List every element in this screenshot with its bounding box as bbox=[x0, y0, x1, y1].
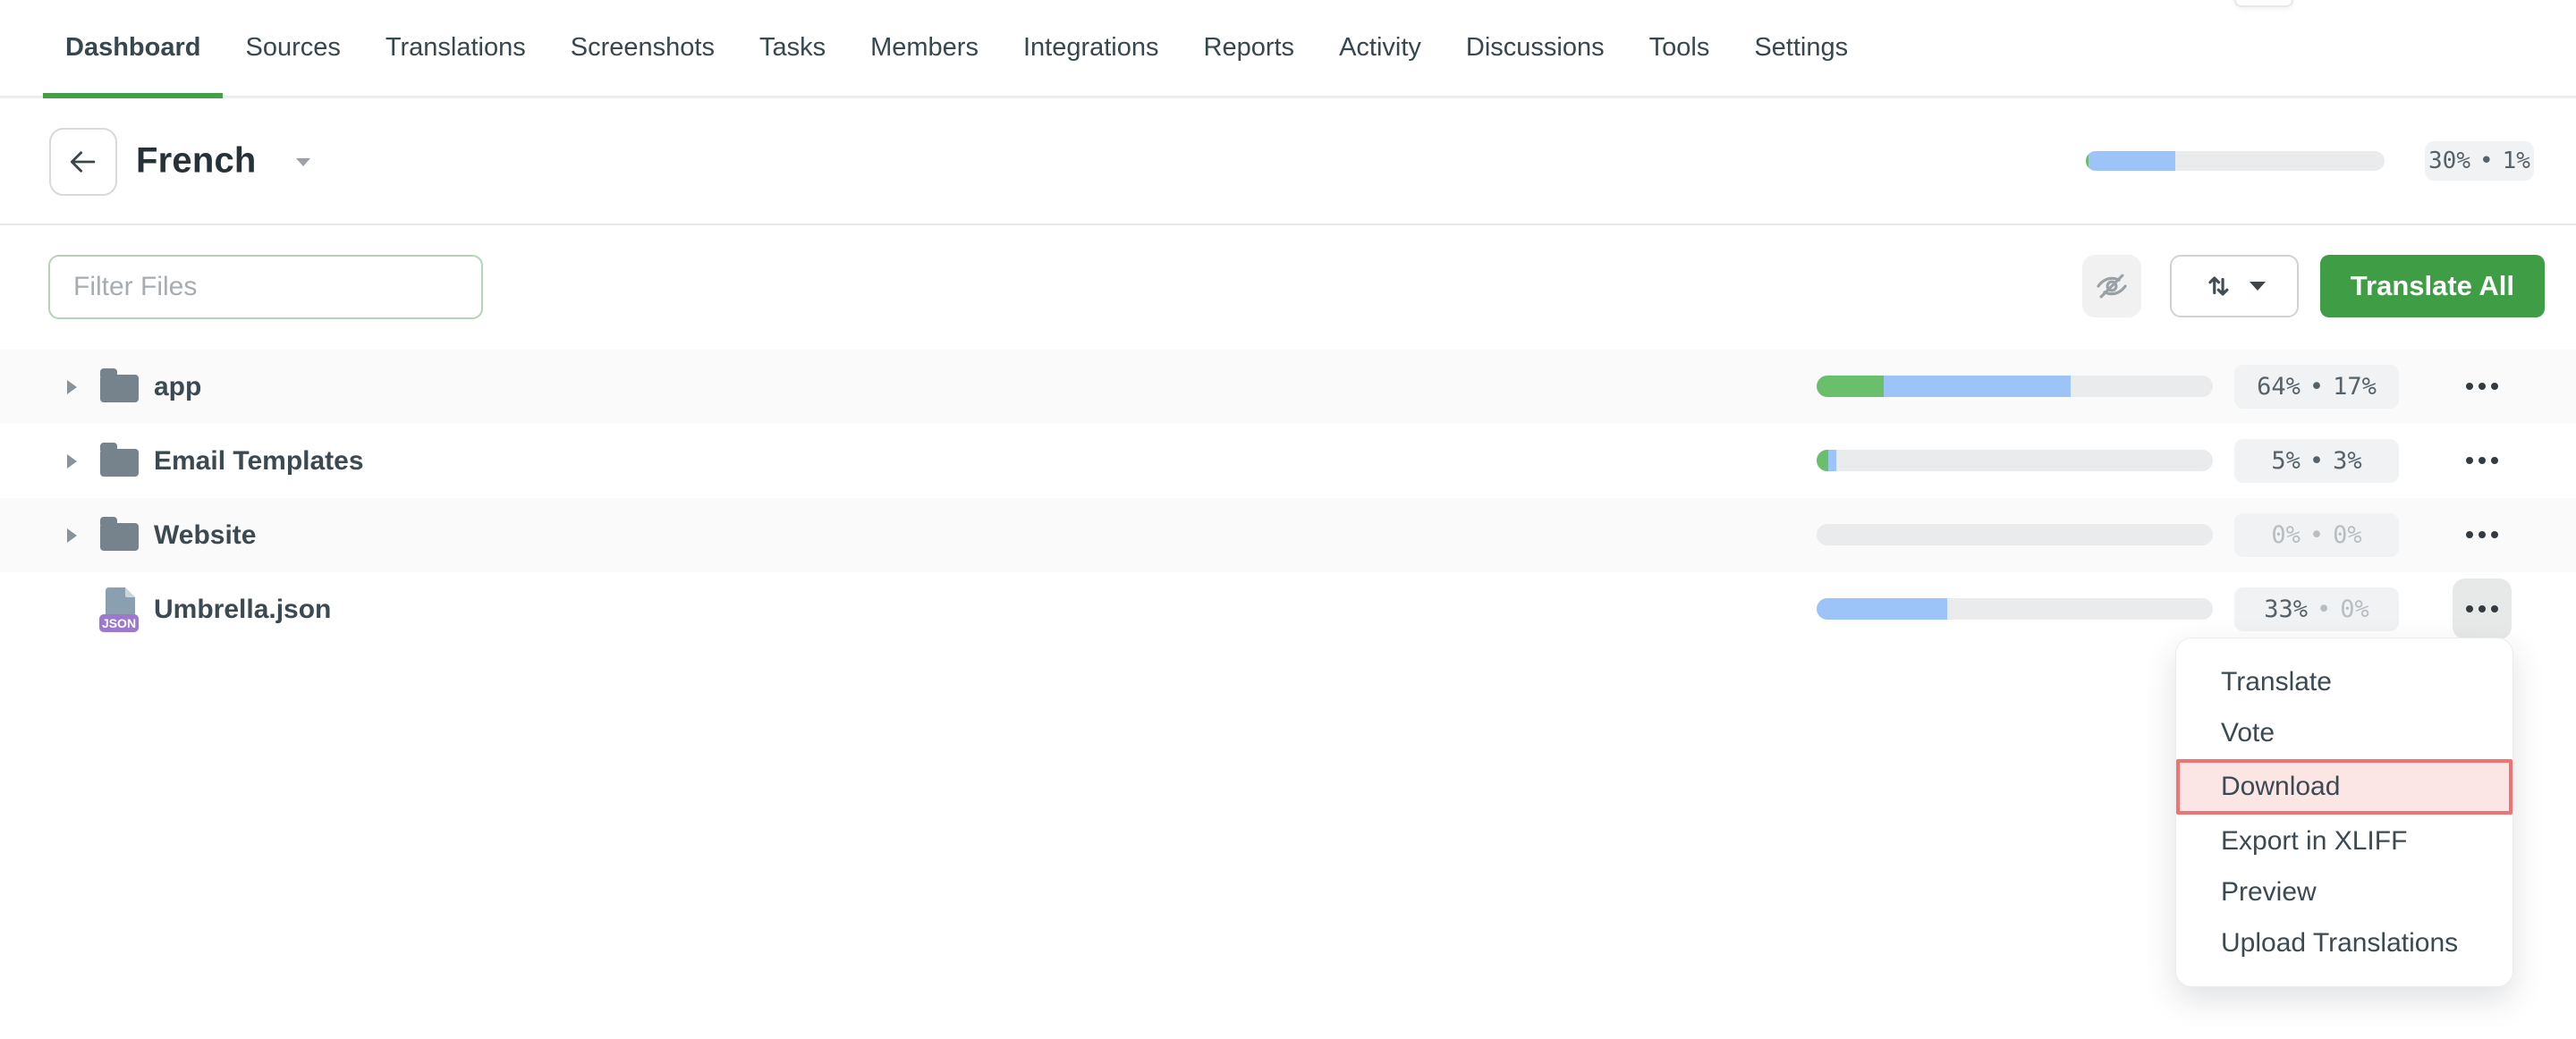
file-progress-bar bbox=[1817, 450, 2213, 471]
file-name: app bbox=[154, 372, 201, 402]
translated-percent: 30% bbox=[2428, 148, 2470, 174]
nav-tab-discussions[interactable]: Discussions bbox=[1444, 0, 1627, 96]
approved-percent: 17% bbox=[2333, 373, 2377, 401]
translate-all-button[interactable]: Translate All bbox=[2320, 255, 2545, 317]
translated-percent: 0% bbox=[2271, 521, 2301, 549]
file-progress-bar bbox=[1817, 598, 2213, 620]
file-list: app 64% • 17% Email Templates 5% • 3% bbox=[0, 350, 2576, 646]
ellipsis-icon bbox=[2466, 383, 2498, 390]
file-name: Umbrella.json bbox=[154, 595, 331, 625]
eye-off-icon bbox=[2095, 269, 2129, 303]
nav-tab-reports[interactable]: Reports bbox=[1182, 0, 1318, 96]
language-progress-badge: 30% • 1% bbox=[2425, 141, 2534, 181]
caret-down-icon[interactable] bbox=[296, 158, 310, 166]
files-toolbar: Translate All bbox=[0, 225, 2576, 350]
approved-percent: 3% bbox=[2333, 447, 2362, 475]
file-context-menu: Translate Vote Download Export in XLIFF … bbox=[2175, 638, 2513, 987]
file-row-app[interactable]: app 64% • 17% bbox=[0, 350, 2576, 424]
ellipsis-icon bbox=[2466, 531, 2498, 538]
translated-percent: 5% bbox=[2271, 447, 2301, 475]
nav-tab-settings[interactable]: Settings bbox=[1732, 0, 1870, 96]
menu-item-upload-translations[interactable]: Upload Translations bbox=[2176, 917, 2512, 968]
nav-tab-dashboard[interactable]: Dashboard bbox=[43, 0, 223, 96]
menu-item-download[interactable]: Download bbox=[2176, 759, 2512, 815]
file-name: Website bbox=[154, 520, 256, 551]
file-row-website[interactable]: Website 0% • 0% bbox=[0, 498, 2576, 572]
filter-files-input[interactable] bbox=[48, 255, 483, 319]
more-actions-button[interactable] bbox=[2453, 430, 2512, 491]
nav-tab-tools[interactable]: Tools bbox=[1627, 0, 1733, 96]
menu-item-vote[interactable]: Vote bbox=[2176, 707, 2512, 758]
folder-icon bbox=[100, 449, 139, 477]
nav-tab-sources[interactable]: Sources bbox=[223, 0, 362, 96]
file-progress-badge: 5% • 3% bbox=[2234, 439, 2399, 483]
file-name: Email Templates bbox=[154, 446, 364, 477]
file-progress-bar bbox=[1817, 376, 2213, 397]
nav-tab-tasks[interactable]: Tasks bbox=[737, 0, 848, 96]
language-progress-bar bbox=[2086, 151, 2385, 171]
caret-right-icon[interactable] bbox=[67, 528, 77, 543]
ellipsis-icon bbox=[2466, 457, 2498, 464]
approved-percent: 0% bbox=[2340, 596, 2369, 623]
nav-tab-members[interactable]: Members bbox=[848, 0, 1001, 96]
nav-tab-screenshots[interactable]: Screenshots bbox=[548, 0, 737, 96]
file-progress-badge: 64% • 17% bbox=[2234, 365, 2399, 409]
caret-right-icon[interactable] bbox=[67, 454, 77, 469]
folder-icon bbox=[100, 523, 139, 551]
json-file-icon: JSON bbox=[98, 586, 141, 638]
separator-dot: • bbox=[2479, 148, 2494, 174]
file-row-umbrella-json[interactable]: JSON Umbrella.json 33% • 0% bbox=[0, 572, 2576, 646]
page-title: French bbox=[136, 141, 257, 182]
translated-segment bbox=[1884, 376, 2070, 397]
separator-dot: • bbox=[2309, 373, 2324, 401]
separator-dot: • bbox=[2309, 521, 2324, 549]
language-header: French 30% • 1% bbox=[0, 98, 2576, 225]
folder-icon bbox=[100, 375, 139, 402]
menu-item-preview[interactable]: Preview bbox=[2176, 866, 2512, 917]
approved-segment bbox=[1817, 376, 1884, 397]
separator-dot: • bbox=[2317, 596, 2331, 623]
translated-segment bbox=[1817, 598, 1947, 620]
more-actions-button[interactable] bbox=[2453, 504, 2512, 565]
approved-segment bbox=[1817, 450, 1828, 471]
ellipsis-icon bbox=[2466, 605, 2498, 612]
caret-down-icon bbox=[2250, 282, 2266, 291]
translated-percent: 33% bbox=[2264, 596, 2308, 623]
separator-dot: • bbox=[2309, 447, 2324, 475]
translated-segment bbox=[1828, 450, 1836, 471]
project-nav: Dashboard Sources Translations Screensho… bbox=[0, 0, 2576, 98]
arrow-left-icon bbox=[66, 145, 100, 179]
more-actions-button[interactable] bbox=[2453, 356, 2512, 417]
menu-item-translate[interactable]: Translate bbox=[2176, 656, 2512, 707]
back-button[interactable] bbox=[49, 128, 117, 196]
nav-tab-integrations[interactable]: Integrations bbox=[1001, 0, 1182, 96]
caret-right-icon[interactable] bbox=[67, 380, 77, 394]
nav-tab-translations[interactable]: Translations bbox=[363, 0, 548, 96]
json-badge-label: JSON bbox=[102, 616, 136, 630]
menu-item-export-xliff[interactable]: Export in XLIFF bbox=[2176, 815, 2512, 866]
toolbar-actions: Translate All bbox=[2082, 255, 2545, 317]
sort-button[interactable] bbox=[2170, 255, 2299, 317]
more-actions-button[interactable] bbox=[2453, 579, 2512, 639]
translated-percent: 64% bbox=[2257, 373, 2301, 401]
file-progress-badge: 33% • 0% bbox=[2234, 587, 2399, 631]
sort-arrows-icon bbox=[2203, 270, 2235, 302]
file-progress-badge: 0% • 0% bbox=[2234, 513, 2399, 557]
file-row-email-templates[interactable]: Email Templates 5% • 3% bbox=[0, 424, 2576, 498]
file-progress-bar bbox=[1817, 524, 2213, 545]
language-progress: 30% • 1% bbox=[2086, 141, 2534, 181]
hide-completed-button[interactable] bbox=[2082, 255, 2141, 317]
translated-segment bbox=[2089, 151, 2175, 171]
nav-tab-activity[interactable]: Activity bbox=[1317, 0, 1444, 96]
approved-percent: 0% bbox=[2333, 521, 2362, 549]
approved-percent: 1% bbox=[2503, 148, 2530, 174]
cutoff-popup bbox=[2234, 0, 2293, 7]
